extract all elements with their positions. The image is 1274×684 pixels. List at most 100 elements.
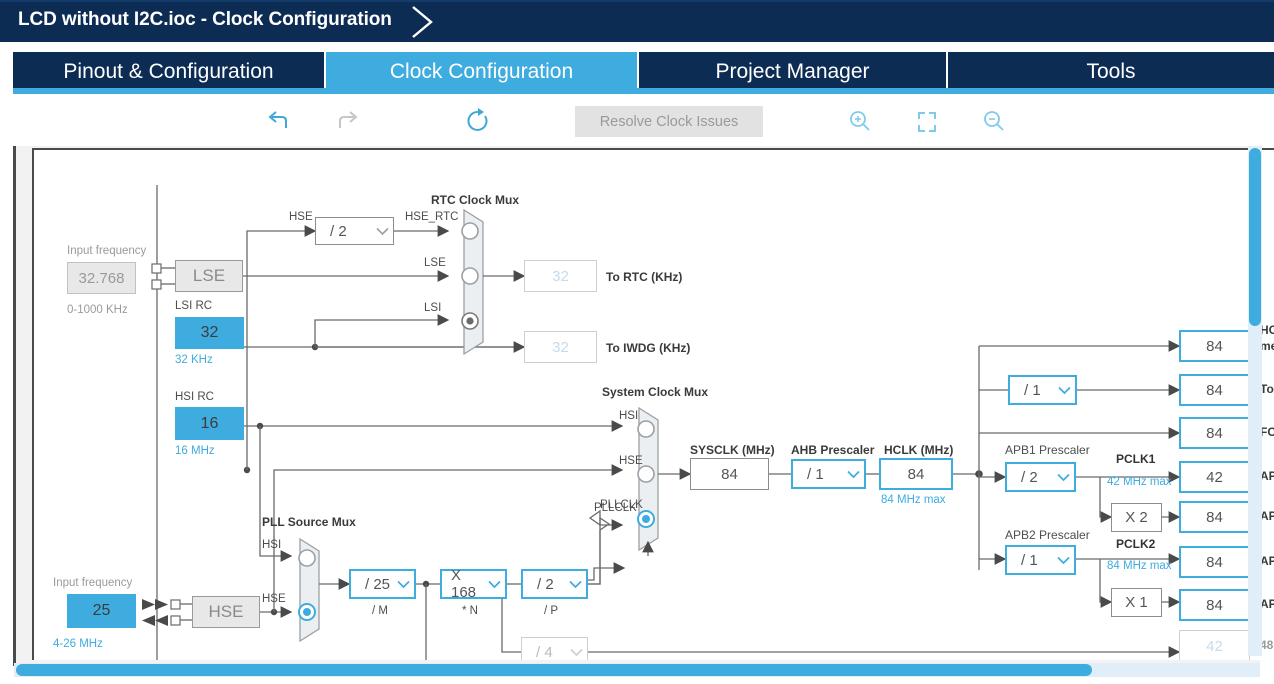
tab-bar-spacer [0, 42, 1274, 52]
clock-diagram-canvas[interactable]: Input frequency 32.768 0-1000 KHz LSE HS… [32, 148, 1274, 660]
output-hclk-ahb-box[interactable]: 84 [1179, 330, 1250, 362]
hse-rtc-divider-dropdown[interactable]: / 2 [315, 217, 394, 245]
ahb-prescaler-title: AHB Prescaler [791, 443, 875, 457]
sysclk-value-box: 84 [690, 458, 769, 490]
hsi-rc-value-field[interactable]: 16 [175, 407, 244, 440]
system-mux-input-pllclk-label: PLLCLK [594, 502, 637, 514]
tab-row: Pinout & Configuration Clock Configurati… [0, 52, 1274, 92]
pll-p-divider-dropdown[interactable]: / 2 [521, 569, 588, 599]
lse-range-label: 0-1000 KHz [67, 304, 128, 316]
output-value: 84 [1206, 508, 1223, 526]
sysclk-value: 84 [721, 465, 738, 483]
rtc-mux-input-lsi-label: LSI [424, 302, 442, 314]
output-cortex-timer-box[interactable]: 84 [1179, 374, 1250, 406]
horizontal-scrollbar-thumb[interactable] [16, 664, 1092, 676]
resolve-clock-issues-button[interactable]: Resolve Clock Issues [575, 106, 763, 137]
tab-label: Clock Configuration [389, 60, 574, 83]
apb1-prescaler-dropdown[interactable]: / 2 [1005, 462, 1076, 492]
hse-input-frequency-label: Input frequency [53, 577, 133, 589]
tab-project-manager[interactable]: Project Manager [639, 52, 948, 92]
output-value: 42 [1206, 468, 1223, 486]
chevron-down-icon [564, 571, 586, 597]
pll-q-divider-dropdown[interactable]: / 4 [521, 637, 588, 660]
hse-oscillator-block: HSE [192, 596, 260, 628]
output-cortex-timer-label: To [1260, 382, 1274, 396]
to-iwdg-value: 32 [552, 338, 569, 356]
hse-input-frequency-field[interactable]: 25 [67, 594, 136, 628]
pll-n-multiplier-dropdown[interactable]: X 168 [440, 567, 507, 601]
apb1-prescaler-title: APB1 Prescaler [1005, 443, 1090, 457]
lsi-rc-value: 32 [200, 324, 219, 341]
apb2-prescaler-value: / 1 [1021, 551, 1038, 569]
output-value: 42 [1206, 637, 1223, 655]
lsi-rc-unit-label: 32 KHz [175, 354, 213, 366]
redo-icon[interactable] [332, 108, 362, 136]
chevron-down-icon [392, 571, 414, 597]
tab-tools[interactable]: Tools [948, 52, 1274, 92]
to-iwdg-label: To IWDG (KHz) [606, 341, 691, 355]
output-apb1-peripheral-box[interactable]: 42 [1179, 461, 1250, 493]
pclk1-label: PCLK1 [1116, 452, 1156, 466]
cortex-system-timer-prescaler-dropdown[interactable]: / 1 [1008, 375, 1077, 405]
pll-n-label: * N [462, 605, 478, 617]
breadcrumb: LCD without I2C.ioc - Clock Configuratio… [18, 9, 392, 30]
vertical-scrollbar-thumb[interactable] [1249, 148, 1261, 326]
undo-icon[interactable] [264, 108, 294, 136]
zoom-in-icon[interactable] [845, 108, 875, 136]
output-apb2-timer-label: APB [1260, 597, 1274, 611]
hsi-rc-value: 16 [200, 414, 219, 432]
chevron-down-icon [1052, 547, 1074, 573]
pll-m-divider-dropdown[interactable]: / 25 [349, 569, 416, 599]
to-rtc-label: To RTC (KHz) [606, 270, 683, 284]
rtc-mux-input-lse-label: LSE [424, 257, 446, 269]
chevron-down-icon [842, 461, 864, 487]
zoom-out-icon[interactable] [979, 108, 1009, 136]
hse-rtc-divider-input-label: HSE [289, 211, 313, 223]
hse-rtc-divider-value: / 2 [330, 222, 347, 240]
lse-input-frequency-field[interactable]: 32.768 [67, 262, 136, 294]
cortex-prescaler-value: / 1 [1024, 381, 1041, 399]
lse-input-frequency-label: Input frequency [67, 245, 147, 257]
output-value: 84 [1206, 553, 1223, 571]
to-rtc-value: 32 [552, 267, 569, 285]
hsi-rc-unit-label: 16 MHz [175, 445, 215, 457]
tab-label: Pinout & Configuration [63, 60, 274, 83]
reset-clock-icon[interactable] [463, 108, 493, 136]
lsi-rc-title: LSI RC [175, 300, 213, 312]
resolve-clock-issues-label: Resolve Clock Issues [599, 113, 739, 130]
to-iwdg-value-box: 32 [524, 331, 597, 363]
chevron-down-icon [1052, 464, 1074, 490]
output-apb2-timer-box[interactable]: 84 [1179, 589, 1250, 621]
output-apb1-timer-label: APB [1260, 509, 1274, 523]
fit-to-screen-icon[interactable] [912, 108, 942, 136]
lse-oscillator-label: LSE [192, 266, 226, 285]
output-value: 84 [1206, 337, 1223, 355]
output-fclk-box[interactable]: 84 [1179, 417, 1250, 449]
pclk2-max-label: 84 MHz max [1107, 560, 1172, 572]
hclk-title: HCLK (MHz) [884, 443, 954, 457]
sysclk-title: SYSCLK (MHz) [690, 443, 775, 457]
chevron-down-icon [371, 218, 393, 244]
output-hclk-ahb-label-line2: me [1260, 339, 1274, 353]
pll-source-mux-input-hse-label: HSE [262, 593, 286, 605]
output-apb1-peripheral-label: APB [1260, 469, 1274, 483]
pclk1-max-label: 42 MHz max [1107, 476, 1172, 488]
ahb-prescaler-value: / 1 [807, 465, 824, 483]
apb2-prescaler-title: APB2 Prescaler [1005, 528, 1090, 542]
apb2-prescaler-dropdown[interactable]: / 1 [1005, 545, 1076, 575]
tab-pinout-configuration[interactable]: Pinout & Configuration [13, 52, 326, 92]
output-48mhz-box: 42 [1179, 630, 1250, 660]
ahb-prescaler-dropdown[interactable]: / 1 [791, 459, 866, 489]
output-apb2-peripheral-box[interactable]: 84 [1179, 546, 1250, 578]
lsi-rc-value-field[interactable]: 32 [175, 317, 244, 349]
pll-source-mux-title: PLL Source Mux [262, 515, 356, 529]
tab-clock-configuration[interactable]: Clock Configuration [326, 52, 639, 92]
hclk-value-field[interactable]: 84 [879, 458, 953, 490]
chevron-right-icon [412, 6, 433, 38]
hclk-max-label: 84 MHz max [881, 494, 946, 506]
lse-oscillator-block: LSE [175, 260, 243, 292]
output-apb1-timer-box[interactable]: 84 [1179, 501, 1250, 533]
pll-q-value: / 4 [536, 643, 553, 661]
pclk2-label: PCLK2 [1116, 537, 1156, 551]
apb2-timer-multiplier-box: X 1 [1111, 588, 1162, 617]
